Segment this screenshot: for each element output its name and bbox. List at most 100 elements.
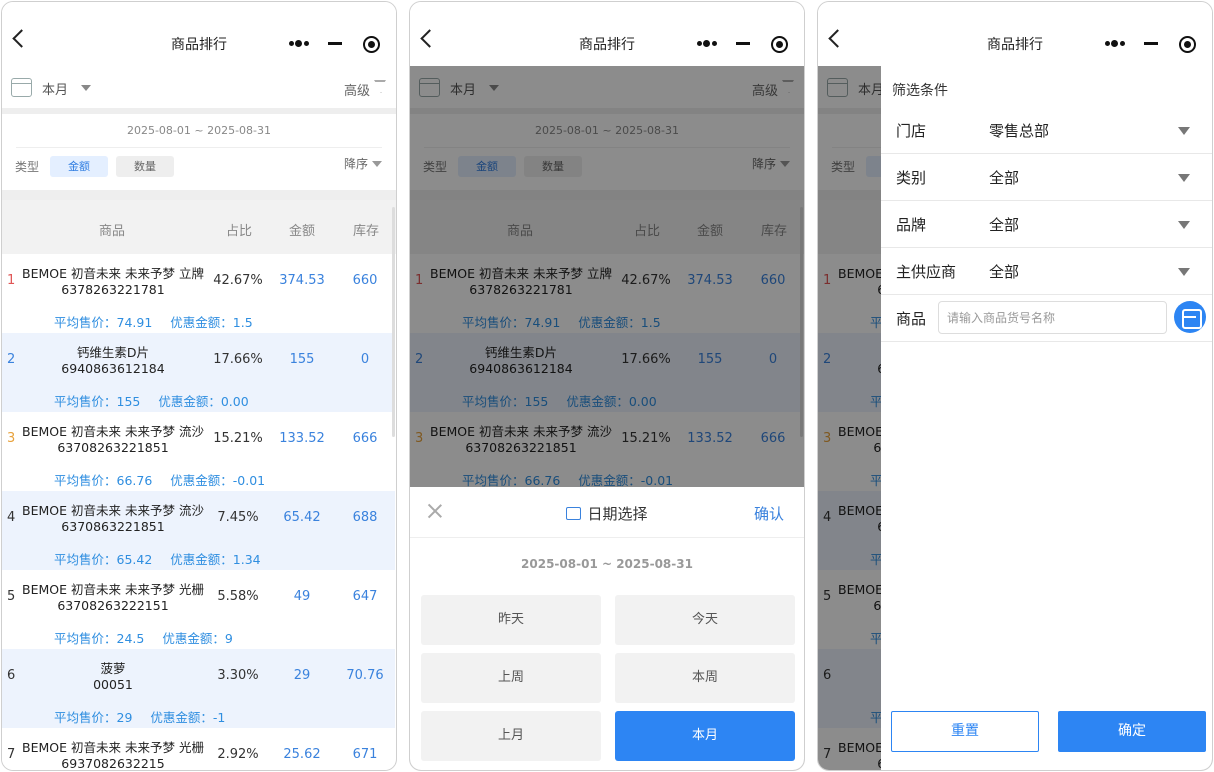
- amount-cell: 25.62: [283, 747, 321, 762]
- close-capsule-icon[interactable]: [771, 36, 788, 53]
- rank-number: 2: [7, 352, 16, 367]
- amount-cell: 374.53: [279, 273, 325, 288]
- row-detail: 平均售价：66.76 优惠金额：-0.01: [54, 470, 265, 489]
- phone-filter-panel: 商品排行本月高级2025-08-01 ~ 2025-08-31类型金额数量降序商…: [817, 1, 1213, 771]
- type-amount-chip[interactable]: 金额: [50, 156, 108, 177]
- table-row[interactable]: 3BEMOE 初音未来 未来予梦 流沙6370826322185115.21%1…: [2, 412, 395, 491]
- ratio-cell: 15.21%: [213, 431, 263, 446]
- stock-cell: 0: [360, 352, 370, 367]
- amount-cell: 65.42: [283, 510, 321, 525]
- table-row[interactable]: 2钙维生素D片694086361218417.66%1550平均售价：155优惠…: [2, 333, 395, 412]
- minimize-icon[interactable]: [1144, 42, 1158, 45]
- chevron-down-icon[interactable]: [1178, 127, 1190, 135]
- table-row[interactable]: 4BEMOE 初音未来 未来予梦 流沙6370863221851 7.45% 65.…: [2, 491, 395, 570]
- product-name: BEMOE 初音未来 未来予梦 光栅6937082632215: [18, 740, 208, 770]
- quick-date-option[interactable]: 本周: [615, 653, 795, 703]
- filter-field-value[interactable]: 全部: [989, 261, 1019, 282]
- product-title: 钙维生素D片: [76, 345, 150, 360]
- product-search-row: 商品: [881, 295, 1212, 342]
- chevron-down-icon[interactable]: [81, 85, 91, 91]
- row-detail: 平均售价：74.91 优惠金额：1.5: [54, 312, 253, 331]
- panel-title: 筛选条件: [892, 83, 948, 99]
- header-amount[interactable]: 金额: [289, 220, 315, 239]
- row-detail: 平均售价：29 优惠金额：-1: [54, 707, 225, 726]
- product-code: 63708263222151: [57, 598, 169, 613]
- product-code: 63708263221851: [57, 440, 169, 455]
- product-code: 6378263221781: [61, 282, 165, 297]
- product-search-input[interactable]: [938, 301, 1167, 334]
- chevron-down-icon[interactable]: [1178, 174, 1190, 182]
- avg-price: 平均售价：24.5: [54, 631, 145, 646]
- quick-date-option[interactable]: 上周: [421, 653, 601, 703]
- table-row[interactable]: 7BEMOE 初音未来 未来予梦 光栅69370826322152.92%25.…: [2, 728, 395, 770]
- sheet-title: 日期选择: [410, 503, 804, 524]
- filter-field-row[interactable]: 类别 全部: [881, 154, 1212, 201]
- ratio-cell: 7.45%: [217, 510, 259, 525]
- filter-field-row[interactable]: 门店 零售总部: [881, 107, 1212, 154]
- ratio-cell: 42.67%: [213, 273, 263, 288]
- quick-date-option[interactable]: 昨天: [421, 595, 601, 645]
- period-select[interactable]: 本月: [42, 79, 68, 98]
- rank-number: 4: [7, 510, 16, 525]
- table-row[interactable]: 5BEMOE 初音未来 未来予梦 光栅637082632221515.58%49…: [2, 570, 395, 649]
- minimize-icon[interactable]: [736, 42, 750, 45]
- sort-order-select[interactable]: 降序: [344, 155, 368, 172]
- sheet-title-text: 日期选择: [587, 505, 648, 523]
- product-title: BEMOE 初音未来 未来予梦 立牌: [22, 266, 204, 281]
- more-dots-icon[interactable]: [1105, 40, 1125, 47]
- ratio-cell: 17.66%: [213, 352, 263, 367]
- type-quantity-chip[interactable]: 数量: [116, 156, 174, 177]
- header-stock[interactable]: 库存: [353, 220, 379, 239]
- header-product[interactable]: 商品: [99, 220, 125, 239]
- table-header: 商品 占比 金额 库存: [2, 200, 396, 254]
- chevron-down-icon[interactable]: [372, 161, 382, 167]
- product-label: 商品: [896, 310, 927, 328]
- divider: [16, 147, 382, 148]
- divider: [410, 537, 804, 538]
- chevron-down-icon[interactable]: [1178, 221, 1190, 229]
- header-ratio[interactable]: 占比: [226, 220, 252, 239]
- discount-amount: 优惠金额：9: [162, 631, 233, 646]
- close-capsule-icon[interactable]: [363, 36, 380, 53]
- minimize-icon[interactable]: [328, 42, 342, 45]
- filter-field-row[interactable]: 品牌 全部: [881, 201, 1212, 248]
- table-row[interactable]: 6菠萝000513.30%2970.76平均售价：29优惠金额：-1: [2, 649, 395, 728]
- mini-program-capsule: [277, 28, 391, 60]
- product-code: 00051: [93, 677, 133, 692]
- table-row[interactable]: 1BEMOE 初音未来 未来予梦 立牌637826322178142.67%37…: [2, 254, 395, 333]
- ok-button[interactable]: 确定: [1058, 711, 1206, 752]
- product-code: 6940863612184: [61, 361, 165, 376]
- quick-date-option[interactable]: 今天: [615, 595, 795, 645]
- avg-price: 平均售价：66.76: [54, 473, 153, 488]
- reset-button[interactable]: 重置: [891, 711, 1039, 752]
- discount-amount: 优惠金额：1.5: [170, 315, 253, 330]
- avg-price: 平均售价：74.91: [54, 315, 153, 330]
- filter-field-value[interactable]: 全部: [989, 214, 1019, 235]
- chevron-down-icon[interactable]: [1178, 268, 1190, 276]
- quick-date-option[interactable]: 本月: [615, 711, 795, 761]
- product-title: BEMOE 初音未来 未来予梦 光栅: [22, 740, 204, 755]
- more-dots-icon[interactable]: [289, 40, 309, 47]
- filter-field-row[interactable]: 主供应商 全部: [881, 248, 1212, 295]
- product-name: BEMOE 初音未来 未来予梦 流沙6370863221851: [18, 503, 208, 535]
- mini-program-capsule: [685, 28, 799, 60]
- amount-cell: 155: [289, 352, 315, 367]
- filter-field-value[interactable]: 零售总部: [989, 120, 1049, 141]
- calendar-icon[interactable]: [11, 78, 32, 97]
- scan-icon[interactable]: [1174, 301, 1206, 333]
- stock-cell: 671: [352, 747, 378, 762]
- product-title: 菠萝: [100, 661, 126, 676]
- close-capsule-icon[interactable]: [1179, 36, 1196, 53]
- scrollbar[interactable]: [392, 207, 395, 437]
- product-title: BEMOE 初音未来 未来予梦 流沙: [22, 424, 204, 439]
- filter-field-value[interactable]: 全部: [989, 167, 1019, 188]
- filter-panel: 筛选条件门店 零售总部类别全部品牌全部主供应商全部商品重置确定: [881, 66, 1212, 770]
- advanced-filter-button[interactable]: 高级: [344, 80, 370, 99]
- discount-amount: 优惠金额：1.34: [170, 552, 261, 567]
- funnel-icon[interactable]: [374, 80, 386, 93]
- more-dots-icon[interactable]: [697, 40, 717, 47]
- confirm-button[interactable]: 确认: [754, 503, 784, 524]
- filter-field-label: 门店: [896, 122, 927, 140]
- quick-date-option[interactable]: 上月: [421, 711, 601, 761]
- product-name: 钙维生素D片6940863612184: [18, 345, 208, 377]
